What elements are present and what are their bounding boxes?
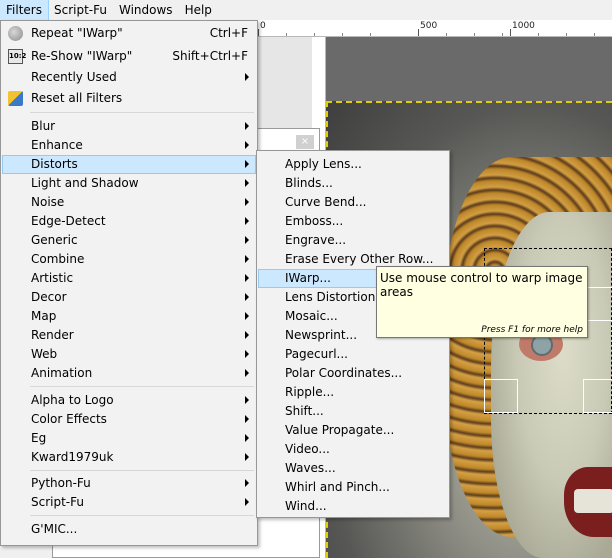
close-icon[interactable]: × — [296, 135, 314, 149]
menu-item-combine[interactable]: Combine — [2, 250, 256, 269]
submenu-arrow-icon — [245, 198, 249, 206]
submenu-arrow-icon — [245, 236, 249, 244]
menu-item-recently-used[interactable]: Recently Used — [2, 68, 256, 87]
menu-script-fu[interactable]: Script-Fu — [48, 0, 113, 20]
menu-item-waves[interactable]: Waves... — [258, 459, 448, 478]
menu-item-map[interactable]: Map — [2, 307, 256, 326]
tooltip-text: Use mouse control to warp image areas — [380, 271, 583, 299]
menu-item-video[interactable]: Video... — [258, 440, 448, 459]
tooltip-help: Press F1 for more help — [481, 325, 583, 335]
menu-item-apply-lens[interactable]: Apply Lens... — [258, 155, 448, 174]
menu-separator — [30, 386, 254, 387]
menu-item-web[interactable]: Web — [2, 345, 256, 364]
submenu-arrow-icon — [245, 274, 249, 282]
submenu-arrow-icon — [245, 160, 249, 168]
ruler-label: 1000 — [512, 21, 535, 31]
menu-item-generic[interactable]: Generic — [2, 231, 256, 250]
menu-item-gmic[interactable]: G'MIC... — [2, 520, 256, 539]
submenu-arrow-icon — [245, 396, 249, 404]
menu-item-edge-detect[interactable]: Edge-Detect — [2, 212, 256, 231]
submenu-arrow-icon — [245, 331, 249, 339]
submenu-arrow-icon — [245, 369, 249, 377]
menu-item-python-fu[interactable]: Python-Fu — [2, 474, 256, 493]
menu-item-alpha-to-logo[interactable]: Alpha to Logo — [2, 391, 256, 410]
menu-item-value-propagate[interactable]: Value Propagate... — [258, 421, 448, 440]
menu-separator — [30, 112, 254, 113]
menu-item-repeat-iwarp[interactable]: Repeat "IWarp" Ctrl+F — [2, 24, 256, 43]
menu-item-kward1979uk[interactable]: Kward1979uk — [2, 448, 256, 467]
menu-item-reshow-iwarp[interactable]: 10:2 Re-Show "IWarp" Shift+Ctrl+F — [2, 47, 256, 66]
submenu-arrow-icon — [245, 141, 249, 149]
menu-item-ripple[interactable]: Ripple... — [258, 383, 448, 402]
menubar: Filters Script-Fu Windows Help — [0, 0, 612, 21]
menu-separator — [30, 470, 254, 471]
menu-item-light-and-shadow[interactable]: Light and Shadow — [2, 174, 256, 193]
menu-item-script-fu[interactable]: Script-Fu — [2, 493, 256, 512]
menu-filters[interactable]: Filters — [0, 0, 49, 21]
submenu-arrow-icon — [245, 434, 249, 442]
menu-item-pagecurl[interactable]: Pagecurl... — [258, 345, 448, 364]
submenu-arrow-icon — [245, 255, 249, 263]
ruler-label: 0 — [260, 21, 266, 31]
menu-item-blur[interactable]: Blur — [2, 117, 256, 136]
menu-item-enhance[interactable]: Enhance — [2, 136, 256, 155]
menu-item-wind[interactable]: Wind... — [258, 497, 448, 516]
ruler-tick — [418, 29, 419, 36]
menu-separator — [30, 515, 254, 516]
tooltip: Use mouse control to warp image areas Pr… — [376, 266, 588, 338]
menu-item-artistic[interactable]: Artistic — [2, 269, 256, 288]
ruler-label: 500 — [420, 21, 438, 31]
menu-item-animation[interactable]: Animation — [2, 364, 256, 383]
menu-item-curve-bend[interactable]: Curve Bend... — [258, 193, 448, 212]
submenu-arrow-icon — [245, 350, 249, 358]
menu-item-distorts[interactable]: Distorts — [2, 155, 256, 174]
selection-handle[interactable] — [484, 379, 518, 413]
menu-item-polar-coordinates[interactable]: Polar Coordinates... — [258, 364, 448, 383]
menu-help[interactable]: Help — [179, 0, 218, 20]
menu-windows[interactable]: Windows — [113, 0, 179, 20]
submenu-arrow-icon — [245, 73, 249, 81]
menu-item-engrave[interactable]: Engrave... — [258, 231, 448, 250]
reshow-icon: 10:2 — [8, 49, 26, 64]
menu-item-render[interactable]: Render — [2, 326, 256, 345]
submenu-arrow-icon — [245, 453, 249, 461]
menu-item-whirl-and-pinch[interactable]: Whirl and Pinch... — [258, 478, 448, 497]
menu-item-shift[interactable]: Shift... — [258, 402, 448, 421]
menu-item-blinds[interactable]: Blinds... — [258, 174, 448, 193]
repeat-icon — [8, 26, 23, 41]
menu-item-emboss[interactable]: Emboss... — [258, 212, 448, 231]
ruler-tick — [258, 29, 259, 36]
selection-handle[interactable] — [583, 379, 612, 413]
submenu-arrow-icon — [245, 179, 249, 187]
ruler-tick — [510, 29, 511, 36]
submenu-arrow-icon — [245, 498, 249, 506]
ruler-tick — [286, 33, 287, 36]
reset-filters-icon — [8, 91, 23, 106]
submenu-arrow-icon — [245, 415, 249, 423]
filters-menu: Repeat "IWarp" Ctrl+F 10:2 Re-Show "IWar… — [0, 20, 258, 546]
menu-item-noise[interactable]: Noise — [2, 193, 256, 212]
menu-item-eg[interactable]: Eg — [2, 429, 256, 448]
submenu-arrow-icon — [245, 479, 249, 487]
submenu-arrow-icon — [245, 122, 249, 130]
submenu-arrow-icon — [245, 293, 249, 301]
menu-item-decor[interactable]: Decor — [2, 288, 256, 307]
horizontal-ruler[interactable]: 0 500 1000 — [258, 20, 612, 37]
menu-item-reset-all-filters[interactable]: Reset all Filters — [2, 89, 256, 108]
submenu-arrow-icon — [245, 217, 249, 225]
menu-item-color-effects[interactable]: Color Effects — [2, 410, 256, 429]
submenu-arrow-icon — [245, 312, 249, 320]
